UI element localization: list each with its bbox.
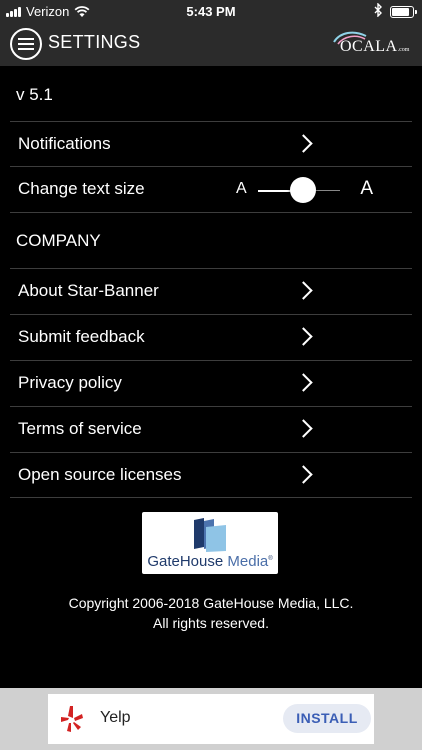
page-title: SETTINGS xyxy=(48,32,141,52)
gatehouse-mark-icon xyxy=(194,518,226,552)
divider xyxy=(10,497,412,498)
chevron-right-icon xyxy=(294,373,313,392)
copyright-line-1: Copyright 2006-2018 GateHouse Media, LLC… xyxy=(68,595,354,611)
slider-thumb[interactable] xyxy=(290,177,316,203)
row-label: Privacy policy xyxy=(18,373,122,392)
row-label: Change text size xyxy=(18,179,145,198)
copyright-line-2: All rights reserved. xyxy=(153,615,269,631)
install-button[interactable]: INSTALL xyxy=(283,704,371,733)
ad-banner[interactable]: Yelp INSTALL xyxy=(48,694,374,744)
app-version: v 5.1 xyxy=(16,85,53,104)
text-size-large-label: A xyxy=(360,178,373,199)
chevron-right-icon xyxy=(294,327,313,346)
row-label: About Star-Banner xyxy=(18,281,159,300)
status-bar: Verizon 5:43 PM xyxy=(0,0,422,24)
privacy-policy-row[interactable]: Privacy policy xyxy=(0,361,422,406)
chevron-right-icon xyxy=(294,134,313,153)
app-header: SETTINGS OCALA.com xyxy=(0,24,422,66)
row-label: Open source licenses xyxy=(18,465,182,484)
terms-of-service-row[interactable]: Terms of service xyxy=(0,407,422,452)
hamburger-menu-button[interactable] xyxy=(10,28,42,60)
row-label: Submit feedback xyxy=(18,327,145,346)
logo-suffix: .com xyxy=(397,47,410,53)
battery-icon xyxy=(390,5,417,18)
menu-line xyxy=(18,43,34,45)
menu-line xyxy=(18,38,34,40)
about-row[interactable]: About Star-Banner xyxy=(0,269,422,314)
yelp-burst-icon xyxy=(61,706,83,732)
gatehouse-media-word: Media xyxy=(227,553,269,570)
gatehouse-media-logo: GateHouse Media® xyxy=(142,512,278,574)
chevron-right-icon xyxy=(294,419,313,438)
logo-wordmark: OCALA xyxy=(340,38,398,55)
bluetooth-icon xyxy=(374,2,383,20)
ocala-logo: OCALA.com xyxy=(332,28,412,60)
battery-fill xyxy=(392,7,409,16)
gatehouse-wordmark: GateHouse Media® xyxy=(142,553,278,570)
chevron-right-icon xyxy=(294,281,313,300)
company-section-heading: COMPANY xyxy=(16,231,101,250)
registered-mark: ® xyxy=(268,556,273,562)
ad-area: Yelp INSTALL xyxy=(0,688,422,750)
logo-text: OCALA.com xyxy=(340,38,409,56)
slider-track[interactable] xyxy=(258,177,340,203)
gatehouse-name: GateHouse xyxy=(147,553,224,570)
text-size-slider[interactable]: A A xyxy=(236,177,376,203)
copyright-text: Copyright 2006-2018 GateHouse Media, LLC… xyxy=(0,593,422,633)
status-right xyxy=(374,2,417,20)
status-time: 5:43 PM xyxy=(186,4,236,19)
divider xyxy=(10,212,412,213)
text-size-small-label: A xyxy=(236,180,247,197)
menu-line xyxy=(18,48,34,50)
row-label: Terms of service xyxy=(18,419,142,438)
open-source-licenses-row[interactable]: Open source licenses xyxy=(0,453,422,498)
notifications-row[interactable]: Notifications xyxy=(0,122,422,167)
row-label: Notifications xyxy=(18,134,111,153)
submit-feedback-row[interactable]: Submit feedback xyxy=(0,315,422,360)
ad-app-name: Yelp xyxy=(100,709,131,726)
chevron-right-icon xyxy=(294,465,313,484)
